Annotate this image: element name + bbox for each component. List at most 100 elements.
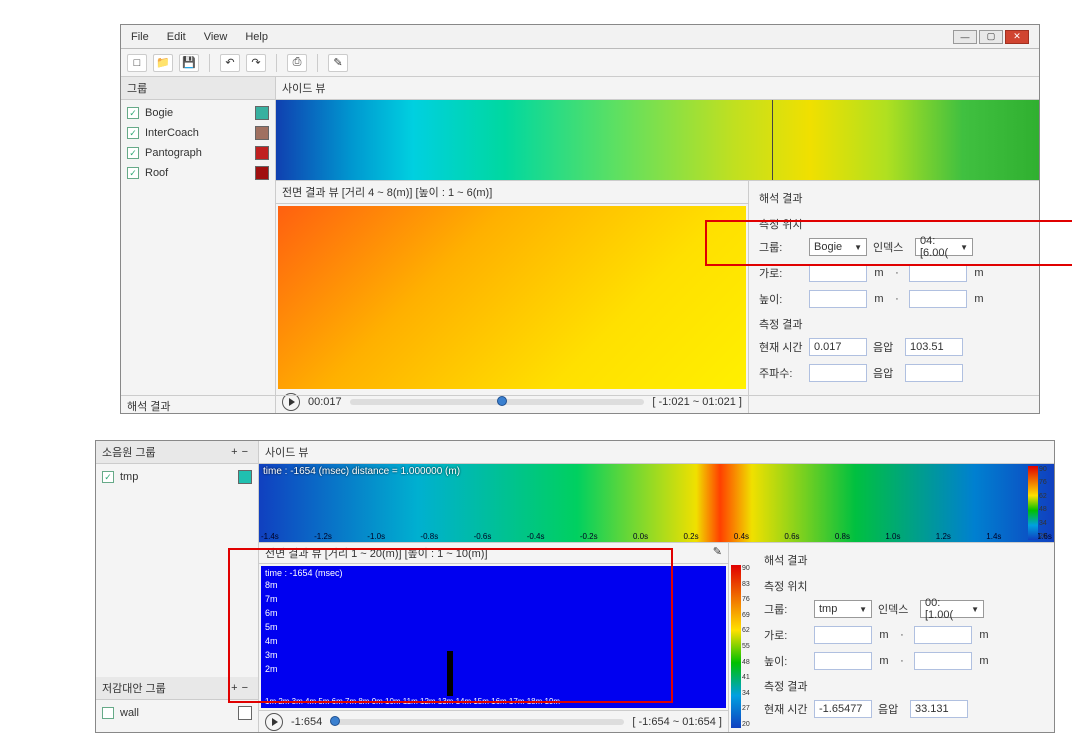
range-tilde: · bbox=[896, 629, 908, 641]
window-minimize-button[interactable]: — bbox=[953, 30, 977, 44]
save-icon: 💾 bbox=[182, 56, 196, 69]
cb-tick: 34 bbox=[1039, 520, 1047, 527]
h-from-input-2[interactable] bbox=[814, 626, 872, 644]
time-tick: 0.4s bbox=[734, 532, 749, 541]
menu-help[interactable]: Help bbox=[245, 31, 268, 43]
index-select[interactable]: 04:[6.00(▼ bbox=[915, 238, 973, 256]
time-value-2[interactable]: -1.65477 bbox=[814, 700, 872, 718]
menu-view[interactable]: View bbox=[204, 31, 228, 43]
group-label: Bogie bbox=[145, 107, 173, 119]
redo-button[interactable]: ↷ bbox=[246, 54, 266, 72]
unit-m: m bbox=[878, 655, 890, 667]
unit-m: m bbox=[873, 293, 885, 305]
remove-icon[interactable]: − bbox=[242, 682, 248, 694]
group-item[interactable]: ✓ tmp bbox=[102, 470, 252, 484]
results-header-2: 해석 결과 bbox=[764, 549, 1044, 574]
group-select-2[interactable]: tmp▼ bbox=[814, 600, 872, 618]
frequency-input[interactable] bbox=[809, 364, 867, 382]
v-from-input[interactable] bbox=[809, 290, 867, 308]
time-label: 현재 시간 bbox=[759, 339, 803, 355]
cb-tick: 83 bbox=[742, 581, 750, 588]
colorbar-labels: 907662483420 bbox=[1039, 466, 1047, 540]
color-swatch bbox=[238, 470, 252, 484]
new-button[interactable]: □ bbox=[127, 54, 147, 72]
time-tick: 1.4s bbox=[986, 532, 1001, 541]
y-tick: 7m bbox=[265, 594, 278, 604]
checkbox[interactable]: ✓ bbox=[127, 147, 139, 159]
group-label: Pantograph bbox=[145, 147, 202, 159]
sound-pressure-value[interactable]: 103.51 bbox=[905, 338, 963, 356]
v-to-input[interactable] bbox=[909, 290, 967, 308]
group-item[interactable]: ✓ Bogie bbox=[127, 106, 269, 120]
window-maximize-button[interactable]: ▢ bbox=[979, 30, 1003, 44]
time-ticks: -1.4s-1.2s-1.0s-0.8s-0.6s-0.4s-0.2s0.0s0… bbox=[259, 532, 1054, 541]
checkbox[interactable]: ✓ bbox=[127, 167, 139, 179]
separator bbox=[276, 54, 277, 72]
slider-thumb-2[interactable] bbox=[330, 716, 340, 726]
save-button[interactable]: 💾 bbox=[179, 54, 199, 72]
print-icon: ⎙ bbox=[293, 56, 302, 69]
window-close-button[interactable]: ✕ bbox=[1005, 30, 1029, 44]
undo-button[interactable]: ↶ bbox=[220, 54, 240, 72]
left-panel: 그룹 ✓Bogie✓InterCoach✓Pantograph✓Roof bbox=[121, 77, 276, 413]
y-tick: 6m bbox=[265, 608, 278, 618]
window-controls: — ▢ ✕ bbox=[953, 30, 1029, 44]
edit-icon[interactable]: ✎ bbox=[713, 545, 722, 561]
group-item[interactable]: wall bbox=[102, 706, 252, 720]
add-icon[interactable]: + bbox=[231, 682, 237, 694]
result-section-label-2: 측정 결과 bbox=[764, 678, 1044, 694]
checkbox-wall[interactable] bbox=[102, 707, 114, 719]
bottom-panel-header: 해석 결과 bbox=[121, 395, 1039, 413]
range-tilde: · bbox=[891, 267, 903, 279]
sound-pressure-label: 음압 bbox=[873, 339, 899, 355]
checkbox[interactable]: ✓ bbox=[127, 127, 139, 139]
menu-edit[interactable]: Edit bbox=[167, 31, 186, 43]
y-tick: 2m bbox=[265, 664, 278, 674]
h-from-input[interactable] bbox=[809, 264, 867, 282]
settings-button[interactable]: ✎ bbox=[328, 54, 348, 72]
separator bbox=[209, 54, 210, 72]
index-select-2[interactable]: 00:[1.00(▼ bbox=[920, 600, 984, 618]
front-view-2[interactable]: time : -1654 (msec) 8m7m6m5m4m3m2m 1m 2m… bbox=[261, 566, 726, 708]
group-item[interactable]: ✓ Pantograph bbox=[127, 146, 269, 160]
horizontal-label: 가로: bbox=[759, 265, 803, 281]
h-to-input-2[interactable] bbox=[914, 626, 972, 644]
group-panel-header: 그룹 bbox=[121, 77, 275, 100]
colorbar: 907662483420 bbox=[1028, 466, 1052, 540]
front-view[interactable] bbox=[278, 206, 746, 389]
sound-pressure-value-2[interactable]: 33.131 bbox=[910, 700, 968, 718]
time-value[interactable]: 0.017 bbox=[809, 338, 867, 356]
v-to-input-2[interactable] bbox=[914, 652, 972, 670]
menu-file[interactable]: File bbox=[131, 31, 149, 43]
time-tick: 0.0s bbox=[633, 532, 648, 541]
unit-m: m bbox=[978, 629, 990, 641]
front-view-header-2: 전면 결과 뷰 [거리 1 ~ 20(m)] [높이 : 1 ~ 10(m)] … bbox=[259, 543, 728, 564]
toolbar: □ 📁 💾 ↶ ↷ ⎙ ✎ bbox=[121, 49, 1039, 77]
side-heatmap bbox=[276, 100, 1039, 180]
remove-icon[interactable]: − bbox=[242, 446, 248, 458]
sound-pressure-input-2[interactable] bbox=[905, 364, 963, 382]
checkbox-tmp[interactable]: ✓ bbox=[102, 471, 114, 483]
group-label: tmp bbox=[120, 471, 138, 483]
app-window-2: 소음원 그룹+− ✓ tmp 저감대안 그룹+− wall bbox=[95, 440, 1055, 733]
time-tick: 1.0s bbox=[885, 532, 900, 541]
v-from-input-2[interactable] bbox=[814, 652, 872, 670]
h-to-input[interactable] bbox=[909, 264, 967, 282]
add-icon[interactable]: + bbox=[231, 446, 237, 458]
group-select[interactable]: Bogie▼ bbox=[809, 238, 867, 256]
checkbox[interactable]: ✓ bbox=[127, 107, 139, 119]
play-button-2[interactable] bbox=[265, 713, 283, 731]
separator bbox=[317, 54, 318, 72]
group-item[interactable]: ✓Roof bbox=[127, 166, 269, 180]
colorbar-gradient-2 bbox=[731, 565, 741, 728]
index-label: 인덱스 bbox=[873, 239, 909, 255]
side-view[interactable] bbox=[276, 100, 1039, 180]
group-item[interactable]: ✓InterCoach bbox=[127, 126, 269, 140]
print-button[interactable]: ⎙ bbox=[287, 54, 307, 72]
side-view-2[interactable]: time : -1654 (msec) distance = 1.000000 … bbox=[259, 464, 1054, 542]
front-view-panel: 전면 결과 뷰 [거리 4 ~ 8(m)] [높이 : 1 ~ 6(m)] 00… bbox=[276, 181, 749, 413]
menu-bar: File Edit View Help — ▢ ✕ bbox=[121, 25, 1039, 49]
index-label-2: 인덱스 bbox=[878, 601, 914, 617]
open-button[interactable]: 📁 bbox=[153, 54, 173, 72]
time-slider-2[interactable] bbox=[330, 719, 624, 725]
